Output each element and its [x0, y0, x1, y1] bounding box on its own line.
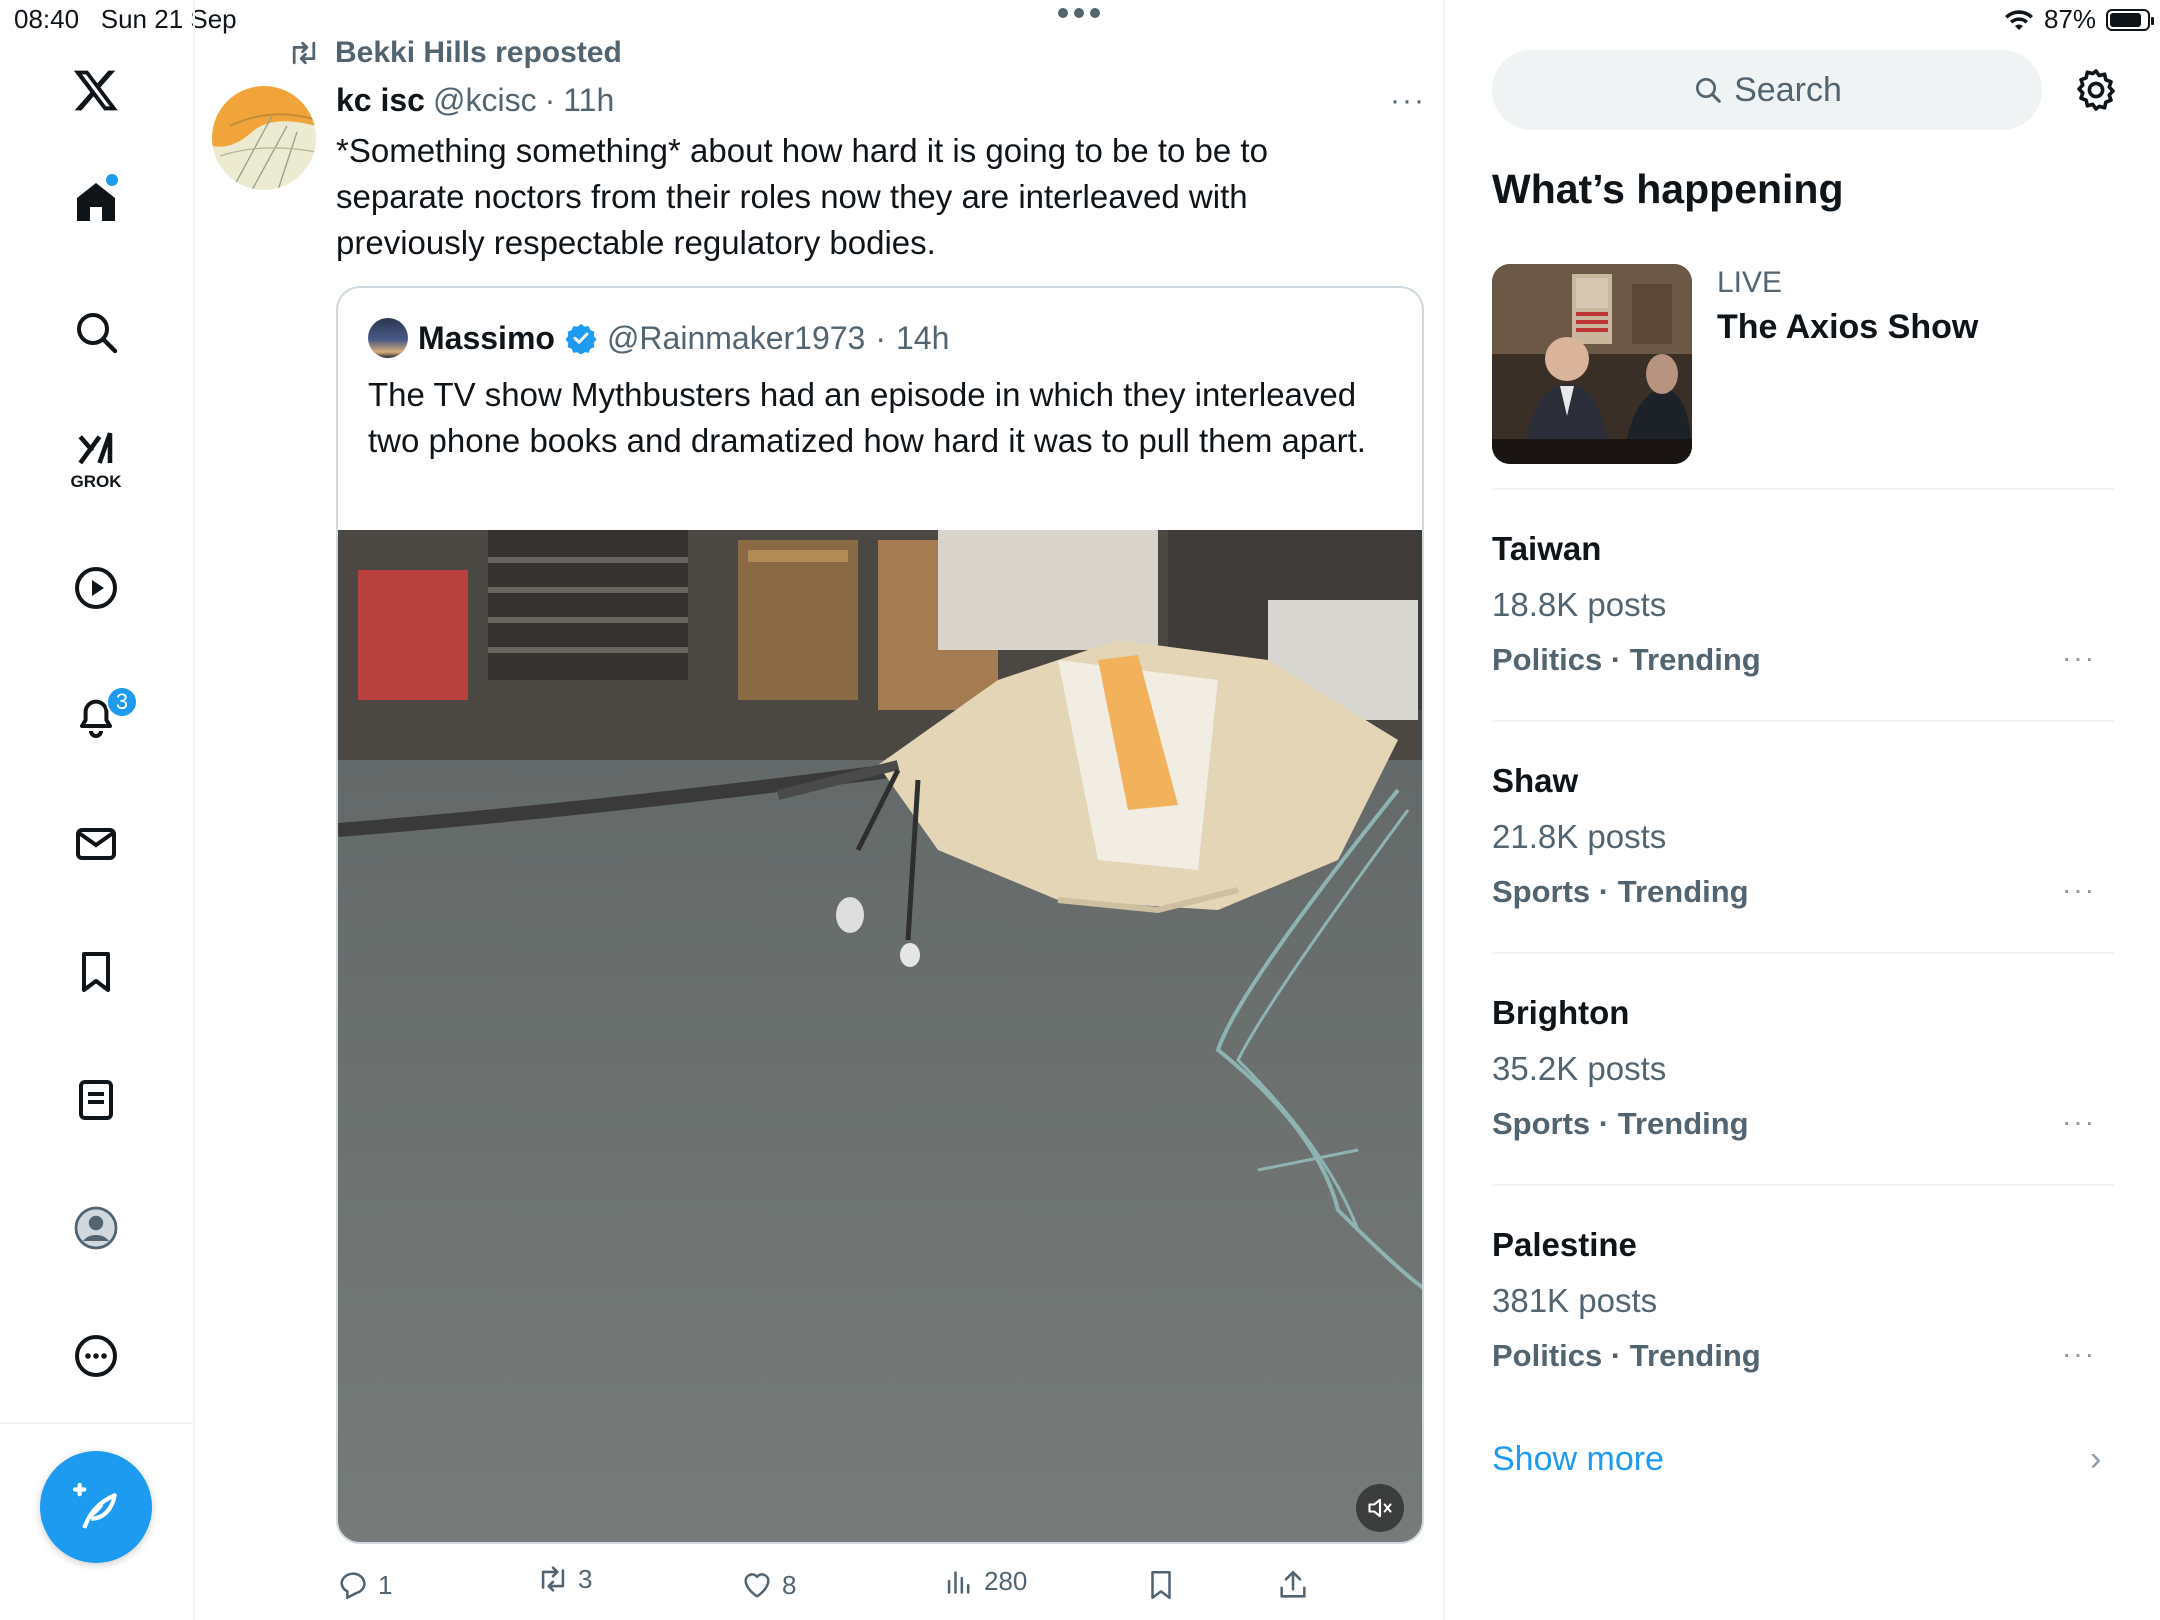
trend-item[interactable]: Brighton 35.2K posts Sports · Trending ·…	[1492, 994, 2114, 1174]
header-dot: ·	[544, 82, 556, 118]
grok-label: GROK	[70, 472, 122, 491]
section-title: What’s happening	[1492, 166, 1844, 212]
messages-icon[interactable]	[66, 814, 126, 874]
compose-button[interactable]	[40, 1451, 152, 1563]
live-thumbnail[interactable]	[1492, 264, 1692, 464]
grok-icon[interactable]: GROK	[66, 420, 126, 500]
settings-gear-icon[interactable]	[2072, 66, 2120, 114]
repost-label: Bekki Hills reposted	[335, 36, 622, 69]
like-button[interactable]: 8	[740, 1568, 796, 1602]
tweet-more-button[interactable]: ···	[1390, 84, 1426, 118]
trend-more-button[interactable]: ···	[2062, 1106, 2096, 1138]
mute-button[interactable]	[1356, 1484, 1404, 1532]
nav-divider	[0, 1422, 193, 1424]
left-navigation: GROK 3	[0, 0, 195, 1620]
status-indicators: 87%	[2004, 4, 2154, 35]
trend-posts: 35.2K posts	[1492, 1050, 1667, 1087]
wifi-icon	[2004, 9, 2033, 30]
notifications-badge: 3	[106, 686, 138, 718]
trend-name: Taiwan	[1492, 530, 1602, 567]
quote-header: Massimo @Rainmaker1973 · 14h	[368, 318, 949, 358]
author-avatar[interactable]	[212, 86, 316, 190]
bookmarks-icon[interactable]	[66, 942, 126, 1002]
trend-name: Palestine	[1492, 1226, 1637, 1263]
trend-posts: 21.8K posts	[1492, 818, 1667, 855]
share-icon	[1280, 1570, 1306, 1598]
quote-time: 14h	[895, 319, 950, 356]
more-icon[interactable]	[66, 1326, 126, 1386]
quoted-tweet[interactable]: Massimo @Rainmaker1973 · 14h The TV show…	[336, 286, 1424, 1544]
divider	[1492, 1184, 2114, 1186]
repost-button[interactable]: 3	[536, 1562, 592, 1596]
tweet-actions: 1 3 8 280	[336, 1564, 1336, 1608]
reply-icon	[340, 1572, 366, 1600]
quote-video[interactable]	[338, 530, 1422, 1542]
reply-button[interactable]: 1	[336, 1568, 392, 1602]
trend-category: Sports · Trending	[1492, 1106, 1749, 1141]
quote-dot: ·	[875, 319, 886, 356]
trend-posts: 18.8K posts	[1492, 586, 1667, 623]
repost-action-icon	[541, 1566, 565, 1592]
verified-badge-icon	[565, 324, 597, 354]
divider	[1492, 488, 2114, 490]
battery-icon	[2106, 8, 2154, 31]
trend-item[interactable]: Taiwan 18.8K posts Politics · Trending ·…	[1492, 530, 2114, 710]
trend-category: Politics · Trending	[1492, 642, 1761, 677]
search-field-icon	[1696, 78, 1721, 103]
repost-count: 3	[578, 1563, 593, 1594]
divider	[1492, 952, 2114, 954]
trend-category: Politics · Trending	[1492, 1338, 1761, 1373]
bookmark-button[interactable]	[1144, 1568, 1178, 1602]
tweet-header: kc isc @kcisc · 11h	[336, 82, 614, 119]
lists-icon[interactable]	[66, 1070, 126, 1130]
trend-more-button[interactable]: ···	[2062, 874, 2096, 906]
reply-count: 1	[378, 1569, 393, 1600]
share-button[interactable]	[1276, 1568, 1310, 1602]
battery-percent: 87%	[2043, 4, 2096, 34]
quote-author-handle: @Rainmaker1973	[606, 319, 866, 356]
quote-author-name: Massimo	[418, 319, 555, 356]
bookmark-icon	[1151, 1570, 1171, 1600]
divider	[1492, 720, 2114, 722]
chevron-right-icon: ›	[2090, 1440, 2102, 1478]
view-count: 280	[984, 1565, 1028, 1596]
repost-icon	[292, 41, 316, 65]
trend-category: Sports · Trending	[1492, 874, 1749, 909]
views-button[interactable]: 280	[942, 1564, 1027, 1598]
live-label: LIVE	[1717, 266, 1783, 299]
repost-indicator[interactable]: Bekki Hills reposted	[287, 36, 622, 70]
heart-icon	[744, 1573, 770, 1598]
search-icon[interactable]	[66, 302, 126, 362]
speaker-muted-icon	[1368, 1498, 1392, 1518]
trend-name: Brighton	[1492, 994, 1630, 1031]
video-frame	[338, 530, 1422, 1542]
profile-icon[interactable]	[66, 1198, 126, 1258]
trend-more-button[interactable]: ···	[2062, 1338, 2096, 1370]
compose-feather-icon	[72, 1482, 117, 1529]
trend-item[interactable]: Palestine 381K posts Politics · Trending…	[1492, 1226, 2114, 1406]
tweet-text: *Something something* about how hard it …	[336, 132, 1268, 261]
live-title[interactable]: The Axios Show	[1717, 308, 1978, 347]
search-placeholder: Search	[1734, 70, 1842, 109]
show-more-link[interactable]: Show more	[1492, 1440, 1664, 1479]
author-name[interactable]: kc isc	[336, 82, 425, 119]
trend-more-button[interactable]: ···	[2062, 642, 2096, 674]
search-bar[interactable]: Search	[1492, 50, 2042, 130]
trend-name: Shaw	[1492, 762, 1579, 799]
quote-author-avatar	[368, 318, 408, 358]
tweet-time[interactable]: 11h	[563, 82, 614, 119]
video-icon[interactable]	[66, 558, 126, 618]
author-handle[interactable]: @kcisc	[433, 82, 537, 119]
trend-item[interactable]: Shaw 21.8K posts Sports · Trending ···	[1492, 762, 2114, 942]
trend-posts: 381K posts	[1492, 1282, 1658, 1319]
home-unread-dot	[106, 174, 118, 186]
x-logo-icon[interactable]	[66, 60, 126, 120]
quote-text: The TV show Mythbusters had an episode i…	[368, 376, 1366, 459]
like-count: 8	[782, 1569, 797, 1600]
views-chart-icon	[947, 1571, 970, 1594]
